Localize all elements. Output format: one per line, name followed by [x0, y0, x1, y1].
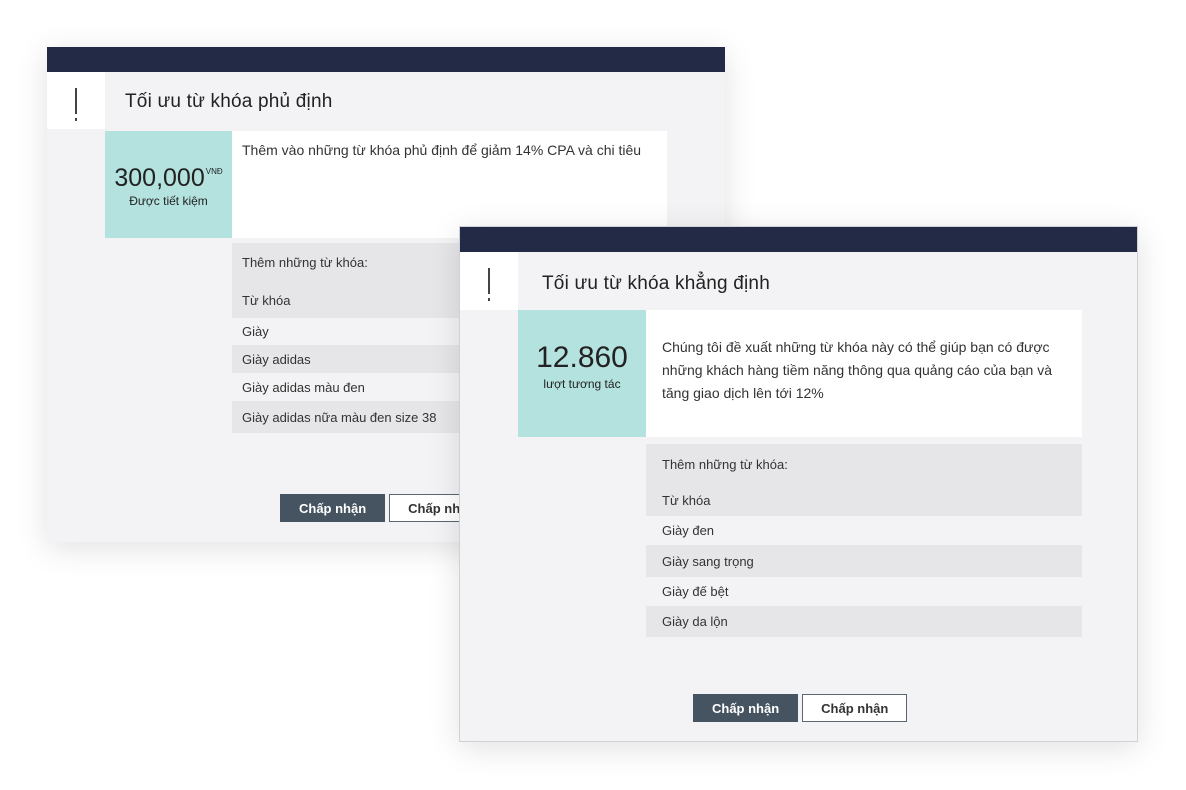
- secondary-button[interactable]: Chấp nhận: [802, 694, 908, 722]
- card-header-bar: [47, 47, 725, 72]
- card-title: Tối ưu từ khóa khẳng định: [542, 273, 770, 294]
- accept-button[interactable]: Chấp nhận: [280, 494, 386, 522]
- card-description: Thêm vào những từ khóa phủ định để giảm …: [232, 131, 667, 238]
- card-description: Chúng tôi đề xuất những từ khóa này có t…: [646, 310, 1082, 437]
- engagement-metric: 12.860 lượt tương tác: [518, 310, 646, 437]
- button-group: Chấp nhận Chấp nhận: [693, 694, 908, 722]
- alert-exclamation-icon: [47, 72, 105, 129]
- positive-keywords-card: Tối ưu từ khóa khẳng định 12.860 lượt tư…: [459, 226, 1138, 742]
- keyword-row[interactable]: Giày sang trọng: [646, 545, 1082, 577]
- keyword-table-header: Thêm những từ khóa:: [646, 444, 1082, 485]
- savings-metric: 300,000VNĐ Được tiết kiệm: [105, 131, 232, 238]
- metric-value: 300,000: [114, 164, 205, 192]
- metric-unit: VNĐ: [205, 167, 223, 176]
- keyword-row[interactable]: Giày đế bệt: [646, 577, 1082, 606]
- keyword-table: Thêm những từ khóa: Từ khóa Giày đen Già…: [646, 444, 1082, 637]
- metric-value: 12.860: [536, 341, 628, 374]
- accept-button[interactable]: Chấp nhận: [693, 694, 799, 722]
- card-title: Tối ưu từ khóa phủ định: [125, 91, 333, 112]
- alert-exclamation-icon: [460, 252, 518, 310]
- keyword-column-header: Từ khóa: [646, 485, 1082, 516]
- metric-caption: Được tiết kiệm: [129, 194, 208, 208]
- keyword-row[interactable]: Giày đen: [646, 516, 1082, 545]
- keyword-row[interactable]: Giày da lộn: [646, 606, 1082, 637]
- card-header-bar: [460, 227, 1137, 252]
- metric-caption: lượt tương tác: [543, 377, 621, 391]
